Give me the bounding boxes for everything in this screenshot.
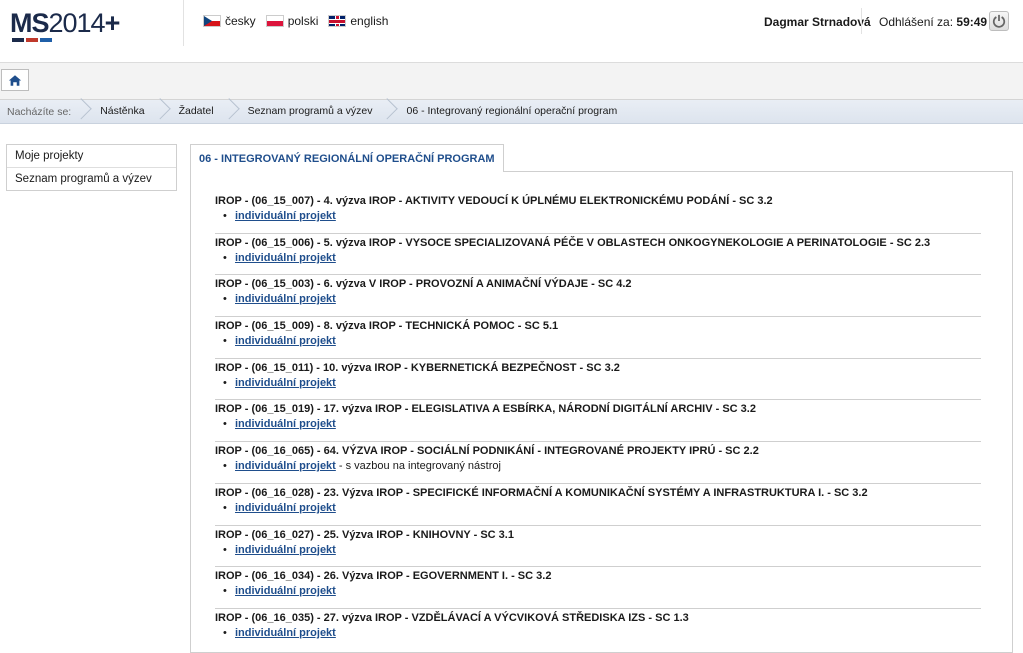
bullet-icon: •	[223, 376, 227, 389]
call-title: IROP - (06_16_034) - 26. Výzva IROP - EG…	[215, 570, 552, 583]
language-polish[interactable]: polski	[265, 14, 319, 28]
logout-timer: Odhlášení za: 59:49	[879, 15, 987, 29]
call-project-link[interactable]: individuální projekt	[235, 460, 336, 472]
logout-button[interactable]	[989, 11, 1009, 31]
logout-label: Odhlášení za:	[879, 15, 954, 29]
sidebar-item-moje-projekty[interactable]: Moje projekty	[7, 145, 176, 167]
sidebar-item-seznam-programu[interactable]: Seznam programů a výzev	[7, 167, 176, 190]
bullet-icon: •	[223, 293, 227, 306]
cz-flag-icon	[203, 15, 221, 27]
language-english[interactable]: english	[328, 14, 388, 28]
breadcrumb-item-seznam[interactable]: Seznam programů a výzev	[236, 100, 387, 123]
toolbar	[0, 63, 1023, 100]
bullet-icon: •	[223, 585, 227, 598]
top-header: MS2014+ česky polski english Dagmar Strn…	[0, 0, 1023, 63]
user-name[interactable]: Dagmar Strnadová	[764, 15, 871, 29]
language-label: polski	[287, 14, 319, 28]
call-title: IROP - (06_15_019) - 17. výzva IROP - EL…	[215, 403, 756, 416]
call-title: IROP - (06_16_065) - 64. VÝZVA IROP - SO…	[215, 445, 759, 458]
call-title: IROP - (06_16_028) - 23. Výzva IROP - SP…	[215, 486, 868, 499]
bullet-icon: •	[223, 501, 227, 514]
call-title: IROP - (06_15_007) - 4. výzva IROP - AKT…	[215, 195, 773, 207]
logo-stripes	[12, 38, 52, 42]
breadcrumb-label: Nacházíte se:	[7, 105, 72, 118]
breadcrumb: Nacházíte se: Nástěnka Žadatel Seznam pr…	[0, 100, 1023, 124]
call-title: IROP - (06_15_009) - 8. výzva IROP - TEC…	[215, 320, 559, 333]
call-project-link[interactable]: individuální projekt	[235, 544, 336, 556]
bullet-icon: •	[223, 418, 227, 431]
call-project-link[interactable]: individuální projekt	[235, 377, 336, 389]
call-entry: IROP - (06_16_034) - 26. Výzva IROP - EG…	[215, 567, 981, 609]
call-entry: IROP - (06_15_011) - 10. výzva IROP - KY…	[215, 359, 981, 401]
call-title: IROP - (06_15_011) - 10. výzva IROP - KY…	[215, 361, 620, 374]
gb-flag-icon	[328, 15, 347, 27]
language-label: česky	[225, 14, 256, 28]
breadcrumb-separator	[159, 100, 167, 123]
call-list: IROP - (06_15_007) - 4. výzva IROP - AKT…	[215, 192, 981, 651]
program-panel: IROP - (06_15_007) - 4. výzva IROP - AKT…	[190, 171, 1013, 653]
breadcrumb-separator	[80, 100, 88, 123]
call-project-link[interactable]: individuální projekt	[235, 418, 336, 430]
call-title: IROP - (06_15_006) - 5. výzva IROP - VYS…	[215, 236, 931, 249]
logo-year: 2014	[48, 8, 106, 38]
call-project-link[interactable]: individuální projekt	[235, 252, 336, 264]
bullet-icon: •	[223, 543, 227, 556]
call-entry: IROP - (06_15_003) - 6. výzva V IROP - P…	[215, 275, 981, 318]
header-divider	[861, 8, 862, 34]
breadcrumb-item-current: 06 - Integrovaný regionální operační pro…	[406, 105, 618, 117]
call-entry: IROP - (06_15_019) - 17. výzva IROP - EL…	[215, 400, 981, 443]
call-title: IROP - (06_15_003) - 6. výzva V IROP - P…	[215, 278, 632, 291]
call-title: IROP - (06_16_035) - 27. výzva IROP - VZ…	[215, 611, 689, 624]
bullet-icon: •	[223, 335, 227, 348]
breadcrumb-separator	[228, 100, 236, 123]
breadcrumb-item-nastenka[interactable]: Nástěnka	[88, 100, 158, 123]
logo-ms: MS	[10, 8, 49, 38]
call-project-link[interactable]: individuální projekt	[235, 293, 336, 305]
bullet-icon: •	[223, 460, 227, 473]
call-project-link[interactable]: individuální projekt	[235, 335, 336, 347]
call-project-link[interactable]: individuální projekt	[235, 502, 336, 514]
pl-flag-icon	[265, 15, 284, 27]
power-icon	[992, 14, 1006, 28]
call-suffix: - s vazbou na integrovaný nástroj	[335, 460, 501, 473]
call-entry: IROP - (06_15_006) - 5. výzva IROP - VYS…	[215, 234, 981, 276]
call-entry: IROP - (06_16_027) - 25. Výzva IROP - KN…	[215, 526, 981, 568]
call-entry: IROP - (06_16_035) - 27. výzva IROP - VZ…	[215, 609, 981, 651]
call-project-link[interactable]: individuální projekt	[235, 585, 336, 597]
bullet-icon: •	[223, 626, 227, 639]
header-divider	[183, 0, 184, 46]
home-icon	[8, 74, 22, 86]
program-tab[interactable]: 06 - INTEGROVANÝ REGIONÁLNÍ OPERAČNÍ PRO…	[190, 144, 504, 172]
language-label: english	[350, 14, 389, 28]
breadcrumb-item-zadatel[interactable]: Žadatel	[167, 100, 228, 123]
call-entry: IROP - (06_16_028) - 23. Výzva IROP - SP…	[215, 484, 981, 526]
breadcrumb-separator	[386, 100, 394, 123]
call-entry: IROP - (06_15_007) - 4. výzva IROP - AKT…	[215, 192, 981, 234]
call-project-link[interactable]: individuální projekt	[235, 627, 336, 639]
bullet-icon: •	[223, 210, 227, 222]
ms2014-logo[interactable]: MS2014+	[10, 8, 120, 42]
call-entry: IROP - (06_15_009) - 8. výzva IROP - TEC…	[215, 317, 981, 359]
call-project-link[interactable]: individuální projekt	[235, 210, 336, 222]
logo-plus: +	[104, 8, 121, 38]
sidebar: Moje projekty Seznam programů a výzev	[6, 144, 177, 191]
language-switcher: česky polski english	[203, 14, 388, 28]
logout-time: 59:49	[956, 15, 988, 29]
call-title: IROP - (06_16_027) - 25. Výzva IROP - KN…	[215, 528, 514, 541]
home-button[interactable]	[1, 69, 29, 91]
language-czech[interactable]: česky	[203, 14, 256, 28]
call-entry: IROP - (06_16_065) - 64. VÝZVA IROP - SO…	[215, 442, 981, 484]
bullet-icon: •	[223, 251, 227, 264]
